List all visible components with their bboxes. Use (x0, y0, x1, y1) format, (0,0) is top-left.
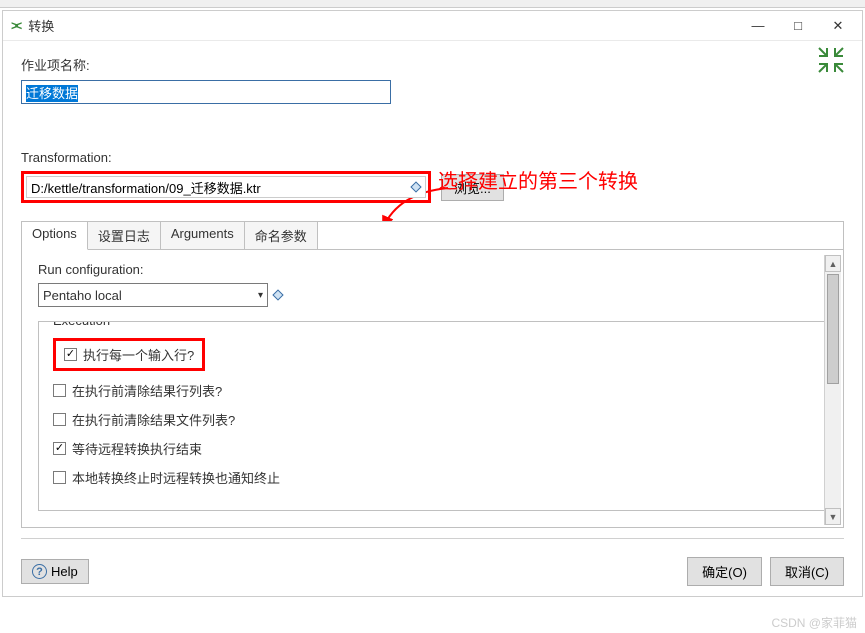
tab-content-options: Run configuration: Pentaho local ▾ Execu… (22, 250, 843, 527)
footer-separator (21, 538, 844, 539)
help-icon: ? (32, 564, 47, 579)
ok-button[interactable]: 确定(O) (687, 557, 762, 586)
dialog-footer: ? Help 确定(O) 取消(C) (3, 547, 862, 596)
checkbox-execute-every-row[interactable] (64, 348, 77, 361)
checkbox-label: 等待远程转换执行结束 (72, 439, 202, 458)
tab-arguments[interactable]: Arguments (161, 222, 245, 249)
tab-options[interactable]: Options (22, 222, 88, 250)
execution-legend: Execution (49, 321, 114, 328)
checkbox-label: 在执行前清除结果文件列表? (72, 410, 235, 429)
scroll-thumb[interactable] (827, 274, 839, 384)
job-name-value: 迁移数据 (26, 85, 78, 102)
variable-picker-icon[interactable] (272, 289, 283, 300)
run-config-value: Pentaho local (43, 288, 122, 303)
help-label: Help (51, 564, 78, 579)
dialog-window: >< 转换 — □ ✕ 作业项名称: 迁移数据 (2, 10, 863, 597)
run-config-dropdown[interactable]: Pentaho local ▾ (38, 283, 268, 307)
browse-button[interactable]: 浏览... (441, 174, 504, 201)
checkbox-label: 本地转换终止时远程转换也通知终止 (72, 468, 280, 487)
collapse-icon[interactable] (818, 47, 844, 76)
scroll-down-button[interactable]: ▼ (825, 508, 841, 525)
transformation-input-highlight (21, 171, 431, 203)
vertical-scrollbar[interactable]: ▲ ▼ (824, 255, 841, 525)
minimize-button[interactable]: — (738, 12, 778, 40)
app-icon: >< (11, 18, 18, 33)
checkbox-notify-remote-abort[interactable] (53, 471, 66, 484)
checkbox-wait-remote[interactable] (53, 442, 66, 455)
transformation-path-input[interactable] (26, 176, 426, 198)
transformation-label: Transformation: (21, 150, 844, 165)
execution-fieldset: Execution 执行每一个输入行? 在执行前清除结果行列表? 在执行前清除结… (38, 321, 827, 511)
titlebar: >< 转换 — □ ✕ (3, 11, 862, 41)
tab-named-params[interactable]: 命名参数 (245, 222, 318, 249)
scroll-up-button[interactable]: ▲ (825, 255, 841, 272)
job-name-input[interactable]: 迁移数据 (21, 80, 391, 104)
transformation-row: Transformation: 浏览... (21, 150, 844, 203)
checkbox-label: 在执行前清除结果行列表? (72, 381, 222, 400)
editor-tabs-remnant (0, 0, 865, 8)
tabs-header: Options 设置日志 Arguments 命名参数 (22, 221, 843, 250)
checkbox-clear-result-rows[interactable] (53, 384, 66, 397)
watermark: CSDN @家菲猫 (771, 614, 857, 631)
close-button[interactable]: ✕ (818, 12, 858, 40)
chevron-down-icon: ▾ (258, 290, 263, 301)
checkbox-highlight: 执行每一个输入行? (53, 338, 205, 371)
cancel-button[interactable]: 取消(C) (770, 557, 844, 586)
tab-logging[interactable]: 设置日志 (88, 222, 161, 249)
job-name-row: 作业项名称: 迁移数据 (21, 55, 844, 104)
help-button[interactable]: ? Help (21, 559, 89, 584)
window-title: 转换 (28, 16, 738, 35)
tabs-area: Options 设置日志 Arguments 命名参数 Run configur… (21, 221, 844, 528)
dialog-content: 作业项名称: 迁移数据 选择建立的第三个转换 Transformation: (3, 41, 862, 547)
titlebar-controls: — □ ✕ (738, 12, 858, 40)
maximize-button[interactable]: □ (778, 12, 818, 40)
job-name-label: 作业项名称: (21, 55, 844, 74)
run-config-label: Run configuration: (38, 262, 827, 277)
checkbox-clear-result-files[interactable] (53, 413, 66, 426)
checkbox-label: 执行每一个输入行? (83, 345, 194, 364)
